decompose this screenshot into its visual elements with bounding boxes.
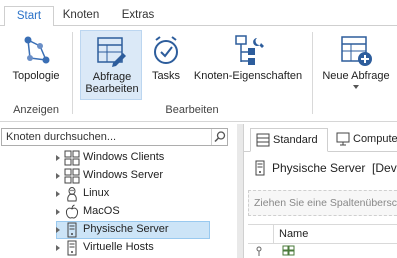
query-result-panel: Standard Computer Physische Server [Devi…	[243, 124, 397, 258]
query-title: Physische Server [Devi	[250, 158, 397, 178]
knoten-eigenschaften-label: Knoten-Eigenschaften	[193, 70, 303, 82]
group-separator	[72, 32, 73, 114]
windows-icon	[282, 245, 295, 256]
search-icon	[214, 131, 226, 143]
expand-arrow-icon[interactable]	[56, 155, 60, 161]
server-icon	[67, 222, 77, 238]
search-placeholder: Knoten durchsuchen...	[6, 131, 117, 143]
tree-item-label: Linux	[83, 187, 110, 199]
knoten-eigenschaften-button[interactable]: Knoten-Eigenschaften	[190, 30, 306, 94]
tab-start[interactable]: Start	[4, 6, 54, 27]
group-label-bearbeiten: Bearbeiten	[165, 104, 219, 116]
tree-item[interactable]: Windows Server	[56, 167, 210, 185]
row-indicator-header	[248, 225, 274, 243]
pin-icon	[256, 246, 262, 256]
tree-item[interactable]: Linux	[56, 185, 210, 203]
topologie-button[interactable]: Topologie	[6, 30, 66, 94]
tree-item[interactable]: Virtuelle Hosts	[56, 239, 210, 257]
clock-icon	[154, 36, 178, 64]
expand-arrow-icon[interactable]	[56, 245, 60, 251]
neue-abfrage-label: Neue Abfrage	[322, 70, 390, 82]
tree-item[interactable]: Windows Clients	[56, 149, 210, 167]
tree-item-label: MacOS	[83, 205, 120, 217]
apple-icon	[65, 204, 79, 219]
expand-arrow-icon[interactable]	[56, 191, 60, 197]
tab-knoten[interactable]: Knoten	[56, 6, 106, 26]
tab-standard-label: Standard	[273, 134, 318, 146]
new-query-icon	[341, 36, 372, 66]
column-header-name[interactable]: Name	[279, 228, 308, 240]
tree-item-label: Physische Server	[83, 223, 169, 235]
tab-computer-label: Computer	[353, 133, 397, 145]
tab-standard[interactable]: Standard	[250, 128, 328, 152]
abfrage-bearbeiten-button[interactable]: Abfrage Bearbeiten	[80, 30, 142, 100]
expand-arrow-icon[interactable]	[56, 227, 60, 233]
node-search-input[interactable]: Knoten durchsuchen...	[1, 128, 228, 146]
tree-item-selected[interactable]: Physische Server	[56, 221, 210, 239]
tab-computer[interactable]: Computer	[332, 128, 397, 152]
server-icon	[255, 160, 265, 176]
topology-icon	[24, 36, 50, 64]
group-by-drop-area[interactable]: Ziehen Sie eine Spaltenüberschr	[248, 190, 397, 216]
expand-arrow-icon[interactable]	[56, 173, 60, 179]
topologie-label: Topologie	[12, 70, 60, 82]
table-row[interactable]	[248, 244, 397, 258]
node-tree: Windows Clients Windows Server Linux Mac…	[0, 148, 230, 258]
tree-item-label: Virtuelle Hosts	[83, 241, 154, 253]
neue-abfrage-button[interactable]: Neue Abfrage	[318, 30, 394, 94]
node-properties-icon	[235, 35, 264, 65]
tasks-button[interactable]: Tasks	[146, 30, 186, 94]
windows-icon	[64, 168, 80, 184]
tasks-label: Tasks	[151, 70, 181, 82]
ribbon-tab-bar: Start Knoten Extras	[0, 0, 397, 27]
tab-extras[interactable]: Extras	[112, 6, 164, 26]
query-title-text: Physische Server [Devi	[272, 161, 397, 175]
tree-item[interactable]: MacOS	[56, 203, 210, 221]
windows-icon	[64, 150, 80, 166]
table-header: Name	[248, 224, 397, 244]
server-icon	[67, 240, 77, 256]
tree-item-label: Windows Clients	[83, 151, 165, 163]
dropdown-arrow-icon	[353, 85, 359, 89]
ribbon: Topologie Abfrage Bearbeiten Tasks Knote…	[0, 26, 397, 122]
expand-arrow-icon[interactable]	[56, 209, 60, 215]
search-button[interactable]	[211, 129, 227, 145]
monitor-icon	[336, 132, 350, 146]
view-tab-bar: Standard Computer	[244, 124, 397, 152]
table-icon	[256, 133, 270, 147]
linux-icon	[67, 187, 77, 202]
abfrage-bearbeiten-label: Abfrage Bearbeiten	[85, 71, 139, 95]
group-label-anzeigen: Anzeigen	[13, 104, 59, 116]
tree-item-label: Windows Server	[83, 169, 164, 181]
edit-query-icon	[97, 37, 126, 67]
group-separator	[312, 32, 313, 114]
